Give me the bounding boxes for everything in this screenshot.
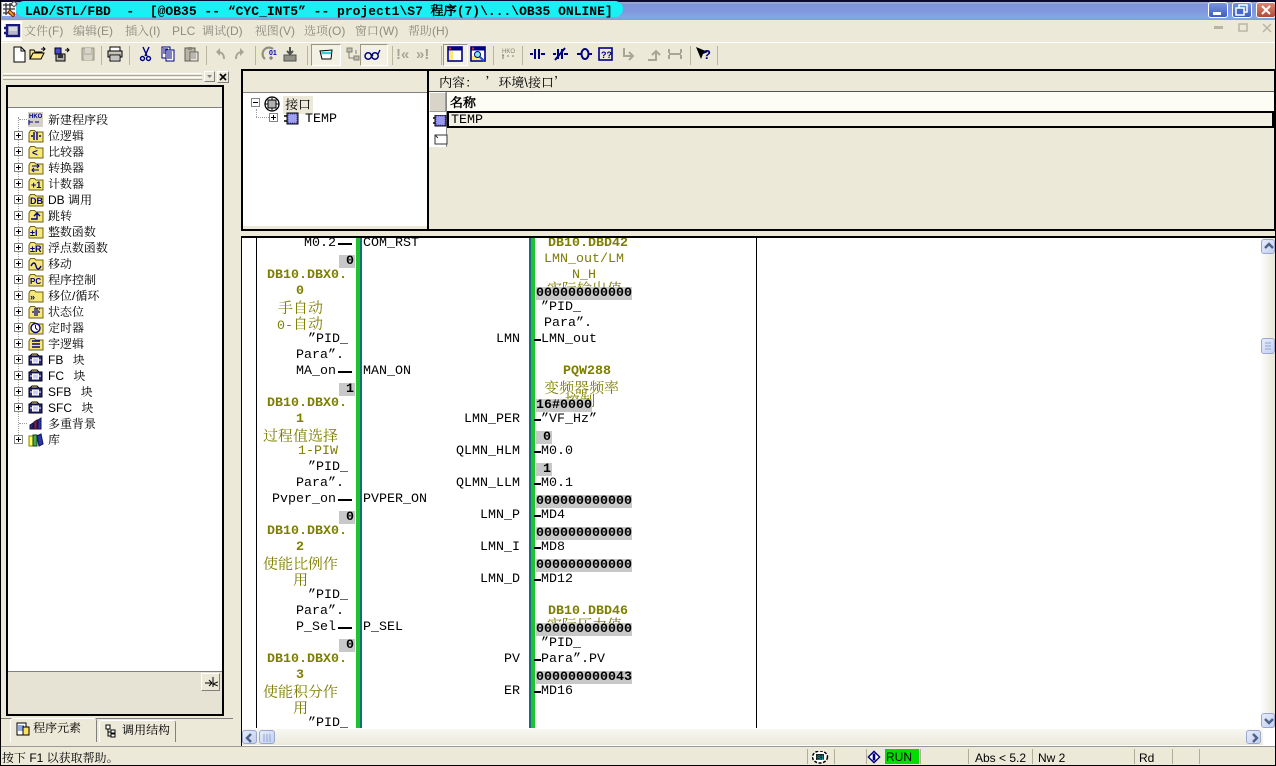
svg-text:01: 01: [269, 50, 277, 57]
svg-text:+1: +1: [31, 180, 41, 190]
svg-text:S1: S1: [817, 756, 825, 762]
svg-text:±I: ±I: [30, 228, 37, 238]
svg-text:HKO: HKO: [29, 114, 43, 120]
svg-text:!«: !«: [396, 46, 409, 63]
svg-text:»: »: [30, 292, 35, 302]
svg-text:?: ?: [703, 47, 711, 62]
svg-text:HKO: HKO: [502, 49, 515, 55]
svg-text:<: <: [32, 148, 38, 159]
svg-text:»!: »!: [416, 46, 429, 63]
svg-text:±R: ±R: [30, 244, 42, 254]
svg-text:??: ??: [601, 50, 612, 60]
svg-text:<: <: [213, 679, 218, 689]
svg-text:DB: DB: [30, 196, 43, 206]
svg-text:PC: PC: [30, 277, 41, 286]
